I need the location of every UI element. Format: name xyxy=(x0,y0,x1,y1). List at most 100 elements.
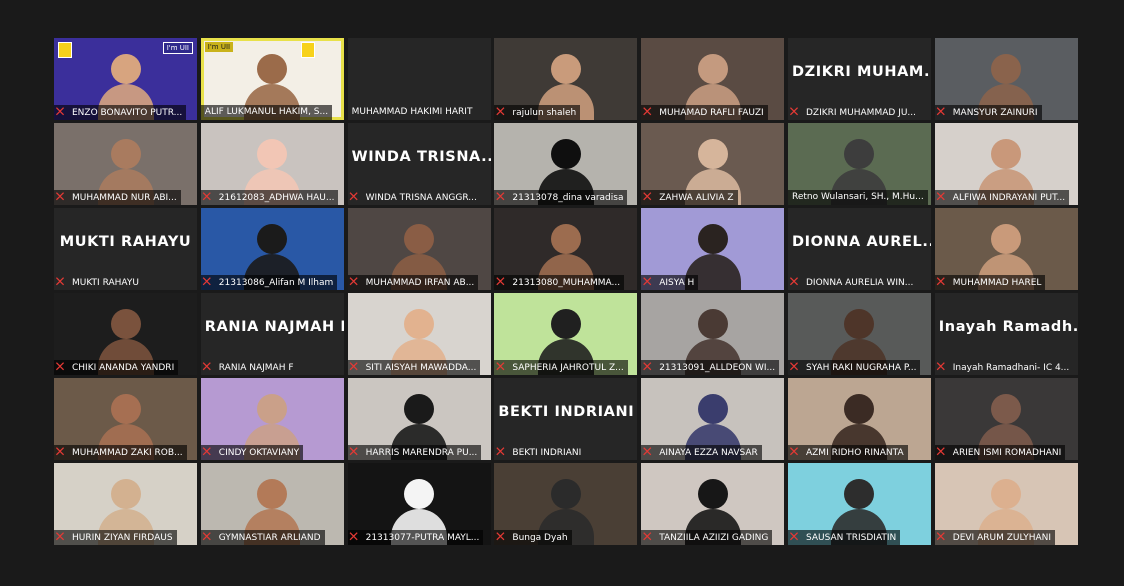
participant-name: MUHAMMAD IRFAN AB... xyxy=(365,278,475,288)
participant-name: DZIKRI MUHAMMAD JU... xyxy=(805,108,916,118)
participant-tile[interactable]: ⨉ 21313077-PUTRA MAYL... xyxy=(347,463,491,545)
participant-tile[interactable]: Retno Wulansari, SH., M.Hu... xyxy=(787,123,931,205)
participant-tile[interactable]: ⨉ SAPHERIA JAHROTUL Z... xyxy=(494,293,638,375)
participant-name-label: ⨉ WINDA TRISNA ANGGR... xyxy=(348,190,481,205)
participant-tile[interactable]: ⨉ ALFIWA INDRAYANI PUT... xyxy=(934,123,1078,205)
participant-name: SAPHERIA JAHROTUL Z... xyxy=(512,363,624,373)
participant-tile[interactable]: ⨉ CHIKI ANANDA YANDRI xyxy=(54,293,197,375)
mic-muted-icon: ⨉ xyxy=(936,532,945,543)
participant-tile[interactable]: ⨉ TANZIILA AZIIZI GADING xyxy=(641,463,785,545)
video-feed xyxy=(97,54,154,120)
mic-muted-icon: ⨉ xyxy=(496,107,505,118)
participant-name-label: ⨉ TANZIILA AZIIZI GADING xyxy=(641,530,773,545)
mic-muted-icon: ⨉ xyxy=(349,532,358,543)
participant-name: 21313086_Alifan M Ilham xyxy=(218,278,334,288)
participant-name: ZAHWA ALIVIA Z xyxy=(659,193,734,203)
video-feed xyxy=(684,224,741,290)
mic-muted-icon: ⨉ xyxy=(349,362,358,373)
mic-muted-icon: ⨉ xyxy=(56,107,64,118)
participant-tile[interactable]: ⨉ AINAYA EZZA NAVSAR xyxy=(641,378,785,460)
participant-name-label: ⨉ Inayah Ramadhani- IC 4... xyxy=(935,360,1074,375)
video-feed xyxy=(244,139,301,205)
participant-name: MUHAMMAD HAKIMI HARIT xyxy=(351,107,473,117)
mic-muted-icon: ⨉ xyxy=(789,532,798,543)
participant-tile[interactable]: Inayah Ramadh... ⨉ Inayah Ramadhani- IC 4.… xyxy=(934,293,1078,375)
participant-name: DEVI ARUM ZULYHANI xyxy=(952,533,1052,543)
participant-tile[interactable]: ⨉ MUHAMMAD IRFAN AB... xyxy=(347,208,491,290)
participant-tile[interactable]: ⨉ MUHAMMAD NUR ABI... xyxy=(54,123,197,205)
participant-tile[interactable]: ⨉ HURIN ZIYAN FIRDAUS xyxy=(54,463,197,545)
mic-muted-icon: ⨉ xyxy=(349,277,358,288)
participant-name-label: ⨉ HURIN ZIYAN FIRDAUS xyxy=(54,530,177,545)
participant-tile[interactable]: DZIKRI MUHAM... ⨉ DZIKRI MUHAMMAD JU... xyxy=(787,38,931,120)
participant-tile[interactable]: I'm UII ⨉ ENZO BONAVITO PUTR... xyxy=(54,38,197,120)
participant-name: 21313080_MUHAMMA... xyxy=(512,278,621,288)
mic-muted-icon: ⨉ xyxy=(56,362,64,373)
participant-tile[interactable]: ⨉ SAUSAN TRISDIATIN xyxy=(787,463,931,545)
participant-name: SITI AISYAH MAWADDA... xyxy=(365,363,477,373)
participant-name: 21313077-PUTRA MAYL... xyxy=(365,533,480,543)
participant-name-label: ⨉ Bunga Dyah xyxy=(494,530,572,545)
participant-tile[interactable]: ⨉ ZAHWA ALIVIA Z xyxy=(641,123,785,205)
institution-logo-icon xyxy=(58,42,72,58)
participant-name: ALIF LUKMANUL HAKIM, S... xyxy=(204,107,329,117)
participant-tile[interactable]: I'm UII ALIF LUKMANUL HAKIM, S... xyxy=(200,38,344,120)
mic-muted-icon: ⨉ xyxy=(643,362,652,373)
participant-tile[interactable]: ⨉ AZMI RIDHO RINANTA xyxy=(787,378,931,460)
participant-tile[interactable]: ⨉ DEVI ARUM ZULYHANI xyxy=(934,463,1078,545)
participant-name: TANZIILA AZIIZI GADING xyxy=(659,533,769,543)
participant-tile[interactable]: ⨉ HARRIS MARENDRA PU... xyxy=(347,378,491,460)
participant-name-large: RANIA NAJMAH F xyxy=(204,319,344,335)
participant-name-label: ⨉ SYAH RAKI NUGRAHA P... xyxy=(787,360,921,375)
participant-tile[interactable]: ⨉ Bunga Dyah xyxy=(494,463,638,545)
participant-name: ARIEN ISMI ROMADHANI xyxy=(952,448,1062,458)
mic-muted-icon: ⨉ xyxy=(789,107,798,118)
participant-tile[interactable]: ⨉ ARIEN ISMI ROMADHANI xyxy=(934,378,1078,460)
participant-tile[interactable]: DIONNA AUREL... ⨉ DIONNA AURELIA WIN... xyxy=(787,208,931,290)
participant-tile[interactable]: ⨉ 21612083_ADHWA HAU... xyxy=(200,123,344,205)
participant-name-label: ⨉ MUHAMMAD HAREL xyxy=(934,275,1046,290)
mic-muted-icon: ⨉ xyxy=(56,192,64,203)
video-feed xyxy=(684,394,741,460)
participant-tile[interactable]: ⨉ AISYA H xyxy=(641,208,785,290)
participant-tile[interactable]: ⨉ 21313080_MUHAMMA... xyxy=(494,208,638,290)
participant-grid: I'm UII ⨉ ENZO BONAVITO PUTR... I'm UII ALIF… xyxy=(54,38,1078,545)
video-feed xyxy=(684,309,741,375)
mic-muted-icon: ⨉ xyxy=(56,277,64,288)
participant-tile[interactable]: ⨉ SITI AISYAH MAWADDA... xyxy=(347,293,491,375)
participant-name: 21313078_dina varadisa xyxy=(512,193,624,203)
participant-tile[interactable]: ⨉ MUHAMAD RAFLI FAUZI xyxy=(641,38,785,120)
participant-tile[interactable]: ⨉ 21313091_ALLDEON WI... xyxy=(641,293,785,375)
participant-tile[interactable]: BEKTI INDRIANI ⨉ BEKTI INDRIANI xyxy=(494,378,638,460)
mic-muted-icon: ⨉ xyxy=(936,107,945,118)
participant-tile[interactable]: ⨉ MUHAMMAD HAREL xyxy=(934,208,1078,290)
participant-tile[interactable]: MUKTI RAHAYU ⨉ MUKTI RAHAYU xyxy=(54,208,197,290)
mic-muted-icon: ⨉ xyxy=(496,277,505,288)
participant-tile[interactable]: ⨉ MUHAMMAD ZAKI ROB... xyxy=(54,378,197,460)
participant-tile[interactable]: ⨉ MANSYUR ZAINURI xyxy=(934,38,1078,120)
participant-name: Inayah Ramadhani- IC 4... xyxy=(952,363,1070,373)
participant-tile[interactable]: WINDA TRISNA... ⨉ WINDA TRISNA ANGGR... xyxy=(347,123,491,205)
mic-muted-icon: ⨉ xyxy=(936,192,945,203)
video-feed xyxy=(391,309,448,375)
mic-muted-icon: ⨉ xyxy=(643,532,652,543)
participant-name: ALFIWA INDRAYANI PUT... xyxy=(952,193,1066,203)
participant-name: MUHAMMAD ZAKI ROB... xyxy=(72,448,183,458)
participant-tile[interactable]: ⨉ CINDY OKTAVIANY xyxy=(200,378,344,460)
participant-tile[interactable]: RANIA NAJMAH F ⨉ RANIA NAJMAH F xyxy=(200,293,344,375)
mic-muted-icon: ⨉ xyxy=(202,192,211,203)
mic-muted-icon: ⨉ xyxy=(496,447,505,458)
participant-name-label: ⨉ MANSYUR ZAINURI xyxy=(934,105,1042,120)
participant-tile[interactable]: ⨉ SYAH RAKI NUGRAHA P... xyxy=(787,293,931,375)
participant-name-label: ⨉ BEKTI INDRIANI xyxy=(494,445,585,460)
video-feed xyxy=(684,54,741,120)
participant-name-label: ⨉ 21313077-PUTRA MAYL... xyxy=(347,530,484,545)
video-feed xyxy=(978,479,1035,545)
participant-name: Bunga Dyah xyxy=(512,533,568,543)
participant-tile[interactable]: ⨉ 21313086_Alifan M Ilham xyxy=(200,208,344,290)
participant-tile[interactable]: ⨉ 21313078_dina varadisa xyxy=(494,123,638,205)
participant-tile[interactable]: MUHAMMAD HAKIMI HARIT xyxy=(347,38,491,120)
participant-tile[interactable]: ⨉ rajulun shaleh xyxy=(494,38,638,120)
participant-tile[interactable]: ⨉ GYMNASTIAR ARLIAND xyxy=(200,463,344,545)
participant-name-label: ⨉ SITI AISYAH MAWADDA... xyxy=(347,360,481,375)
